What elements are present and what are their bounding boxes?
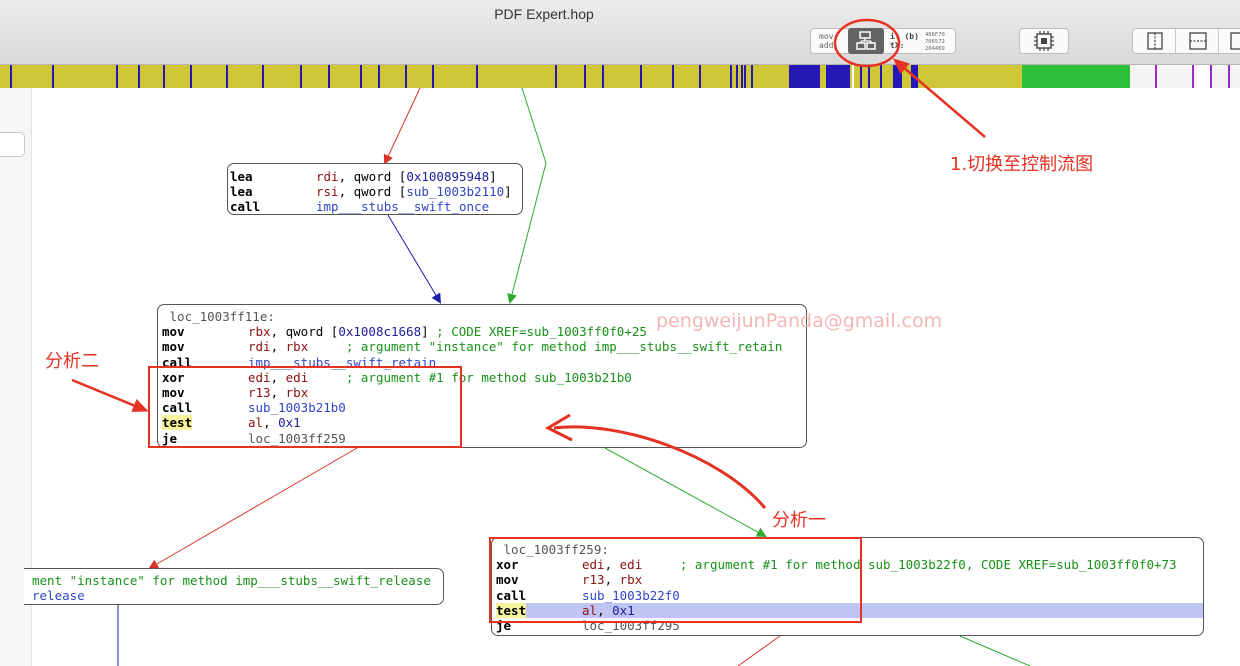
annotation-analysis-one: 分析一 — [772, 510, 826, 531]
highlight-box-analysis-one — [489, 537, 862, 623]
annotation-arrow — [892, 58, 986, 138]
watermark: pengweijunPanda@gmail.com — [656, 310, 943, 332]
annotation-arrow — [71, 378, 149, 412]
annotation-analysis-two: 分析二 — [45, 351, 99, 372]
highlight-circle — [833, 18, 901, 68]
annotation-arrow — [553, 425, 767, 509]
annotation-switch-to-cfg: 1.切换至控制流图 — [950, 154, 1094, 175]
highlight-box-analysis-two — [148, 366, 462, 448]
